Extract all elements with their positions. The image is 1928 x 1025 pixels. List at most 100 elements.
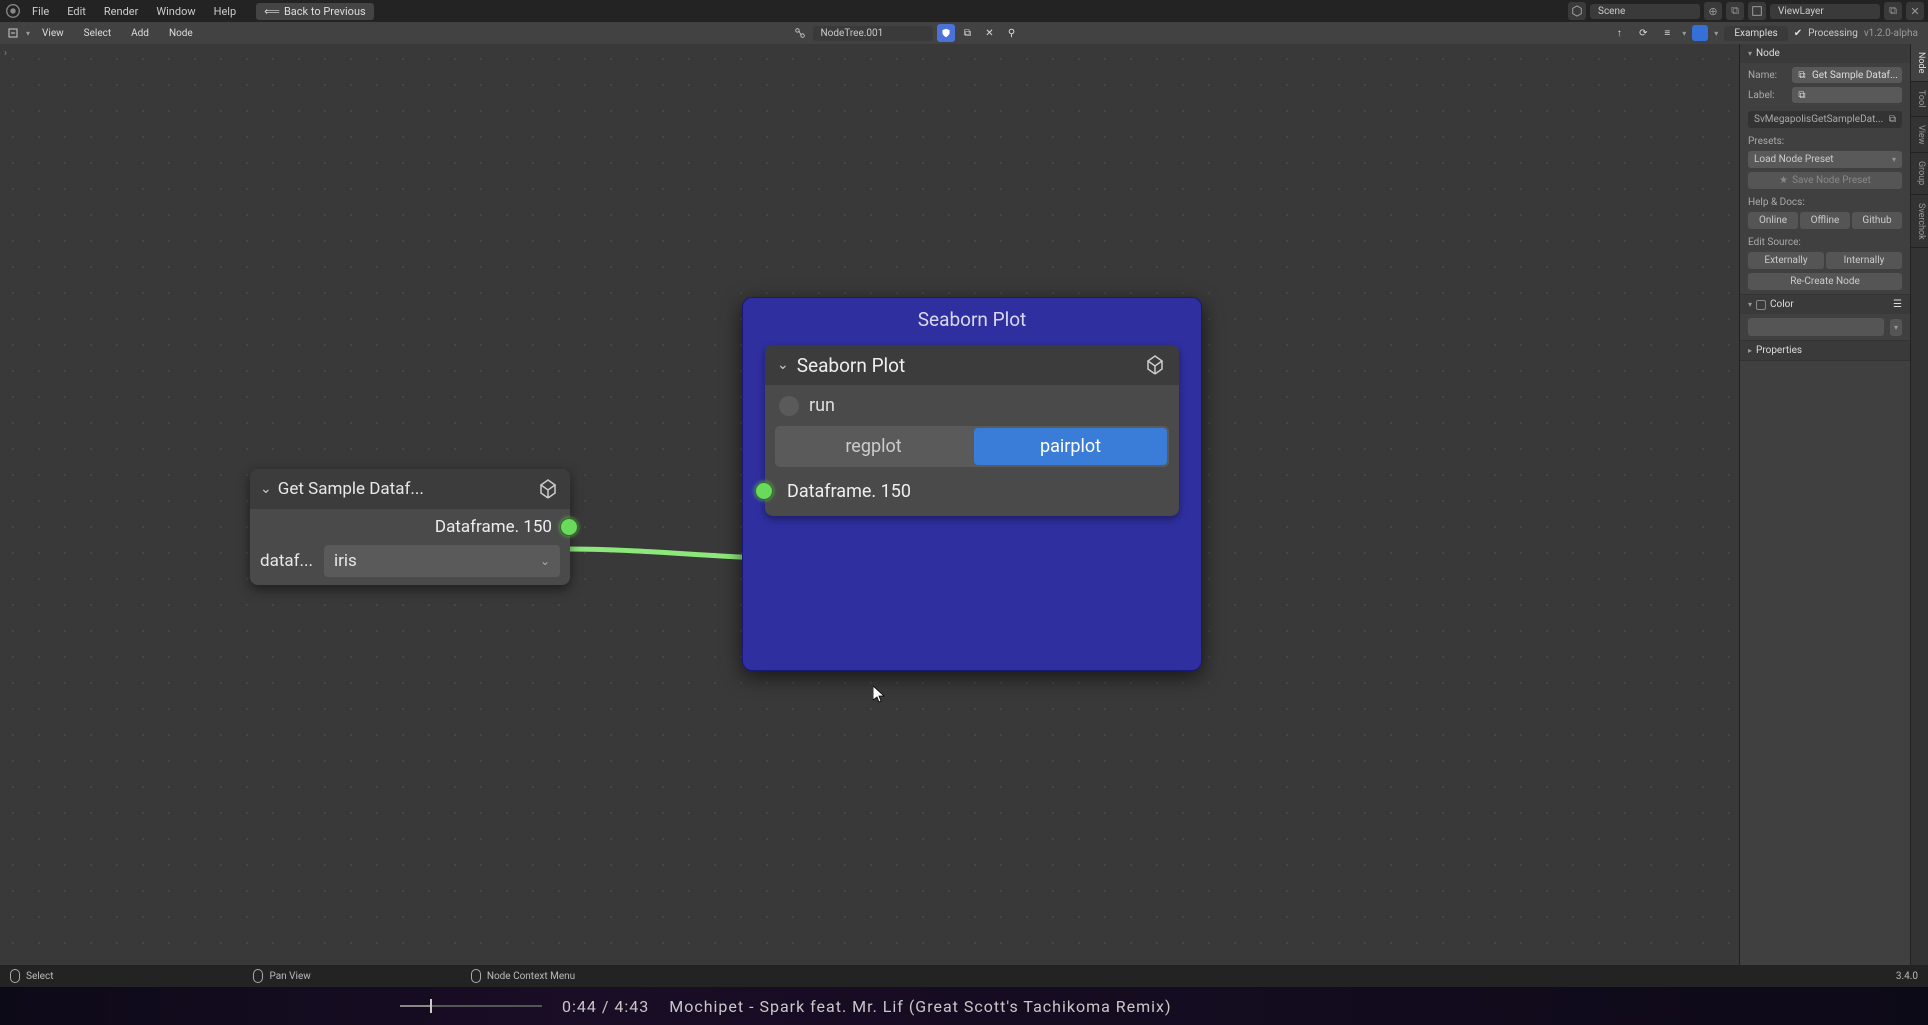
list-icon[interactable]: ☰ (1893, 299, 1902, 310)
node-canvas[interactable]: › ⌄ Get Sample Dataf... Dataframe. 150 d… (0, 44, 1740, 965)
help-online-button[interactable]: Online (1748, 212, 1798, 229)
properties-title: Properties (1756, 345, 1802, 356)
nodetree-icon[interactable] (791, 24, 809, 42)
help-offline-button[interactable]: Offline (1800, 212, 1850, 229)
color-swatch[interactable] (1748, 318, 1884, 336)
bake-dropdown-icon[interactable]: ▾ (1682, 29, 1686, 38)
edit-internally-button[interactable]: Internally (1826, 252, 1902, 269)
sverchok-node-icon (1143, 353, 1167, 377)
color-section-header[interactable]: ▾ Color ☰ (1740, 295, 1910, 314)
menu-view[interactable]: View (34, 26, 72, 41)
load-preset-dropdown[interactable]: Load Node Preset ▾ (1748, 151, 1902, 168)
node-section-header[interactable]: ▾ Node (1740, 44, 1910, 63)
output-socket-row: Dataframe. 150 (260, 517, 560, 537)
chevron-down-icon: ▾ (1748, 300, 1752, 309)
shield-icon[interactable] (937, 24, 955, 42)
status-pan: Pan View (269, 971, 310, 982)
color-dropdown-icon[interactable]: ▾ (1714, 29, 1718, 38)
copy-id-icon[interactable]: ⧉ (1889, 114, 1896, 125)
plot-type-tabs: regplot pairplot (775, 426, 1169, 467)
back-label: Back to Previous (284, 5, 366, 18)
breadcrumb-icon: › (4, 48, 7, 59)
edit-source-label: Edit Source: (1748, 237, 1902, 248)
name-label: Name: (1748, 70, 1788, 81)
collapse-icon[interactable]: ⌄ (777, 357, 789, 373)
editor-type-dropdown-icon[interactable]: ▾ (26, 29, 30, 38)
duplicate-nodetree-icon[interactable]: ⧉ (959, 24, 977, 42)
node-seaborn-plot[interactable]: ⌄ Seaborn Plot run regplot pairplot (765, 345, 1179, 516)
editor-type-icon[interactable] (4, 24, 22, 42)
node-get-sample-dataframe[interactable]: ⌄ Get Sample Dataf... Dataframe. 150 dat… (250, 469, 570, 585)
viewlayer-icon[interactable] (1748, 2, 1766, 20)
examples-button[interactable]: Examples (1724, 26, 1787, 41)
color-dropdown-icon[interactable]: ▾ (1890, 319, 1902, 336)
blender-version: 3.4.0 (1896, 971, 1918, 982)
inner-node-body: run regplot pairplot Dataframe. 150 (765, 385, 1179, 516)
node-editor-header: ▾ View Select Add Node NodeTree.001 ⧉ ✕ … (0, 22, 1928, 44)
node-header[interactable]: ⌄ Get Sample Dataf... (250, 469, 570, 509)
side-tab-tool[interactable]: Tool (1911, 82, 1928, 116)
chevron-down-icon: ▾ (1892, 155, 1896, 164)
edit-externally-button[interactable]: Externally (1748, 252, 1824, 269)
save-preset-button[interactable]: ★ Save Node Preset (1748, 172, 1902, 189)
node-id-row[interactable]: SvMegapolisGetSampleDat... ⧉ (1748, 111, 1902, 128)
menu-node[interactable]: Node (161, 26, 201, 41)
menu-window[interactable]: Window (148, 3, 203, 20)
version-label: v1.2.0-alpha (1864, 28, 1918, 39)
pin-scene-icon[interactable]: ⊕ (1704, 2, 1722, 20)
menu-select[interactable]: Select (76, 26, 119, 41)
scene-icon[interactable] (1568, 2, 1586, 20)
tab-pairplot[interactable]: pairplot (974, 428, 1167, 465)
run-row: run (775, 395, 1169, 416)
collapse-icon[interactable]: ⌄ (260, 481, 272, 497)
menu-edit[interactable]: Edit (59, 3, 94, 20)
tab-regplot[interactable]: regplot (777, 428, 970, 465)
input-label: Dataframe. 150 (787, 481, 911, 502)
mouse-middle-icon (253, 969, 263, 983)
pin-icon[interactable]: ⚲ (1003, 24, 1021, 42)
name-field[interactable]: ⧉ Get Sample Dataf... (1792, 67, 1902, 83)
back-to-previous-button[interactable]: ⟸ Back to Previous (256, 3, 374, 20)
close-viewlayer-icon[interactable]: ✕ (1906, 2, 1924, 20)
menu-add[interactable]: Add (123, 26, 157, 41)
arrow-up-icon[interactable]: ↑ (1610, 24, 1628, 42)
side-tab-sverchok[interactable]: Sverchok (1911, 195, 1928, 249)
check-icon: ✔ (1794, 28, 1802, 39)
run-checkbox[interactable] (779, 396, 799, 416)
label-field[interactable]: ⧉ (1792, 87, 1902, 103)
copy-scene-icon[interactable]: ⧉ (1726, 2, 1744, 20)
side-tab-node[interactable]: Node (1911, 44, 1928, 82)
side-tab-group[interactable]: Group (1911, 153, 1928, 194)
dataframe-dropdown[interactable]: iris ⌄ (324, 545, 560, 577)
sverchok-node-icon (536, 477, 560, 501)
music-time: 0:44 / 4:43 (562, 997, 649, 1016)
recreate-node-button[interactable]: Re-Create Node (1748, 273, 1902, 290)
properties-panel: ▾ Node Name: ⧉ Get Sample Dataf... Label… (1740, 44, 1910, 965)
menu-file[interactable]: File (24, 3, 57, 20)
viewlayer-field[interactable]: ViewLayer (1770, 4, 1880, 19)
blender-logo-icon[interactable] (4, 2, 22, 20)
menu-help[interactable]: Help (206, 3, 245, 20)
inner-node-header[interactable]: ⌄ Seaborn Plot (765, 345, 1179, 385)
help-github-button[interactable]: Github (1852, 212, 1902, 229)
color-indicator[interactable] (1692, 25, 1708, 41)
input-socket[interactable] (755, 482, 773, 500)
menu-render[interactable]: Render (96, 3, 146, 20)
status-select: Select (26, 971, 53, 982)
chevron-down-icon: ⌄ (540, 554, 550, 568)
mouse-cursor (873, 686, 885, 704)
bake-icon[interactable]: ≡ (1658, 24, 1676, 42)
nodetree-name-field[interactable]: NodeTree.001 (813, 26, 933, 41)
unlink-nodetree-icon[interactable]: ✕ (981, 24, 999, 42)
properties-section-header[interactable]: ▸ Properties (1740, 341, 1910, 360)
refresh-icon[interactable]: ⟳ (1634, 24, 1652, 42)
copy-viewlayer-icon[interactable]: ⧉ (1884, 2, 1902, 20)
frame-seaborn-plot[interactable]: Seaborn Plot ⌄ Seaborn Plot run regplot (742, 297, 1202, 671)
output-socket[interactable] (560, 518, 578, 536)
label-label: Label: (1748, 90, 1788, 101)
side-tab-view[interactable]: View (1911, 117, 1928, 153)
star-icon: ★ (1779, 175, 1788, 186)
music-progress[interactable] (400, 999, 542, 1013)
scene-field[interactable]: Scene (1590, 4, 1700, 19)
color-checkbox[interactable] (1756, 300, 1766, 310)
